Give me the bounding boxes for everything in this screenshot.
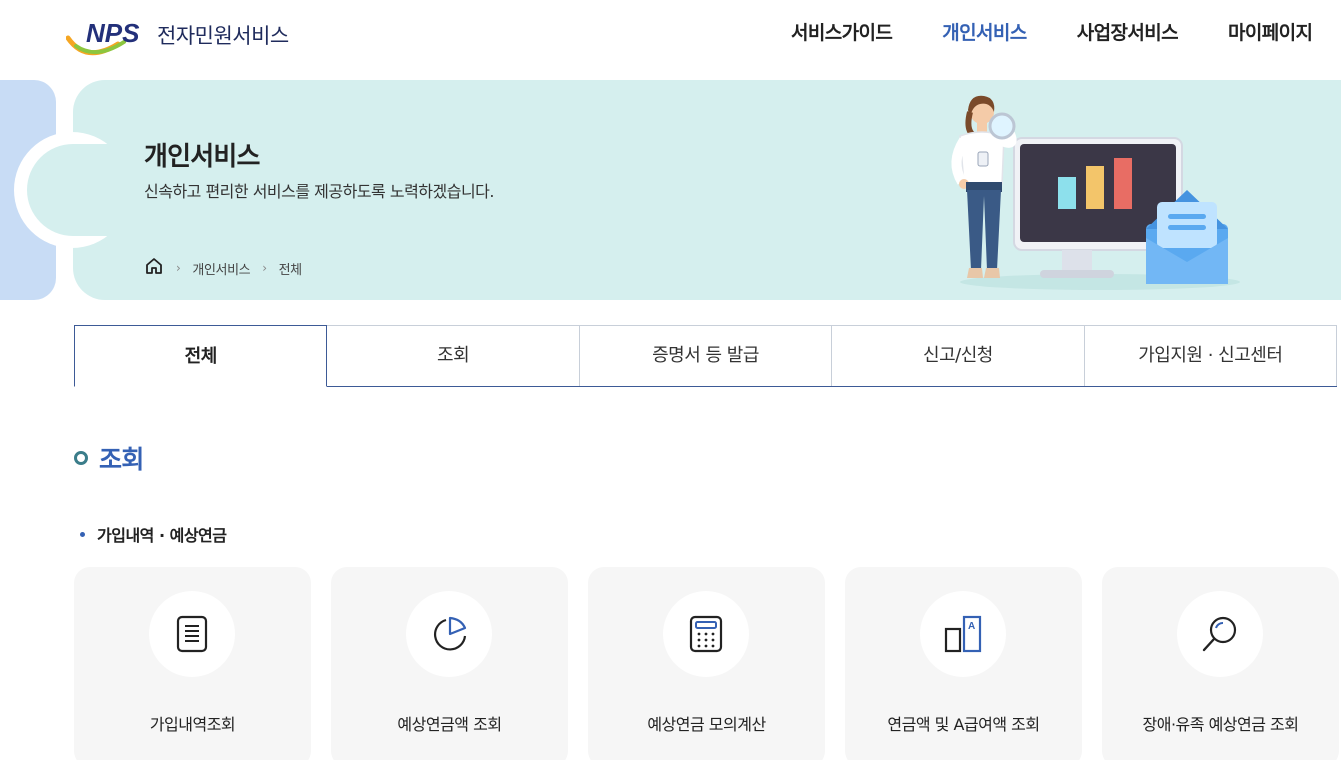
circle-bullet-icon bbox=[74, 451, 88, 465]
service-card[interactable]: 예상연금액 조회 bbox=[331, 567, 568, 760]
dot-bullet-icon bbox=[80, 531, 85, 537]
chevron-right-icon: › bbox=[176, 261, 181, 275]
nav-business-service[interactable]: 사업장서비스 bbox=[1077, 18, 1179, 45]
nav-personal-service[interactable]: 개인서비스 bbox=[942, 18, 1027, 45]
service-card[interactable]: 장애·유족 예상연금 조회 bbox=[1102, 567, 1339, 760]
service-card[interactable]: 가입내역조회 bbox=[74, 567, 311, 760]
breadcrumb-item[interactable]: 개인서비스 bbox=[192, 259, 250, 278]
subsection-heading: 가입내역 · 예상연금 bbox=[80, 522, 227, 546]
header: NPS 전자민원서비스 서비스가이드 개인서비스 사업장서비스 마이페이지 bbox=[0, 0, 1341, 64]
home-icon[interactable] bbox=[144, 256, 164, 280]
main-nav: 서비스가이드 개인서비스 사업장서비스 마이페이지 bbox=[791, 18, 1341, 45]
document-list-icon bbox=[149, 591, 235, 677]
nav-mypage[interactable]: 마이페이지 bbox=[1228, 18, 1313, 45]
logo-text: 전자민원서비스 bbox=[157, 24, 289, 48]
logo-mark: NPS bbox=[86, 18, 140, 48]
pie-chart-icon bbox=[406, 591, 492, 677]
service-card-label: 가입내역조회 bbox=[149, 715, 236, 734]
tab-inquiry[interactable]: 조회 bbox=[327, 326, 580, 386]
section-title: 조회 bbox=[99, 445, 144, 474]
category-tabs: 전체 조회 증명서 등 발급 신고/신청 가입지원 · 신고센터 bbox=[74, 325, 1338, 387]
svg-text:A: A bbox=[968, 621, 975, 632]
nav-service-guide[interactable]: 서비스가이드 bbox=[791, 18, 893, 45]
nps-logo-icon: NPS bbox=[66, 18, 140, 56]
chevron-right-icon: › bbox=[262, 261, 267, 275]
tab-all[interactable]: 전체 bbox=[74, 325, 328, 387]
magnifier-icon bbox=[1177, 591, 1263, 677]
page-title: 개인서비스 bbox=[144, 142, 260, 172]
banner-illustration bbox=[951, 95, 1240, 290]
site-logo[interactable]: NPS 전자민원서비스 bbox=[66, 16, 306, 60]
tab-certificate[interactable]: 증명서 등 발급 bbox=[580, 326, 833, 386]
service-card-list: 가입내역조회 예상연금액 조회 예상연금 모의계산 A 연금액 및 A급여액 조… bbox=[74, 567, 1341, 760]
service-card-label: 장애·유족 예상연금 조회 bbox=[1142, 715, 1299, 734]
tab-support-center[interactable]: 가입지원 · 신고센터 bbox=[1085, 326, 1338, 386]
tab-report-apply[interactable]: 신고/신청 bbox=[832, 326, 1085, 386]
subsection-title: 가입내역 · 예상연금 bbox=[97, 526, 227, 545]
section-heading: 조회 bbox=[74, 440, 144, 476]
calculator-icon bbox=[663, 591, 749, 677]
service-card-label: 예상연금 모의계산 bbox=[647, 715, 766, 734]
page-description: 신속하고 편리한 서비스를 제공하도록 노력하겠습니다. bbox=[144, 182, 495, 201]
breadcrumb: › 개인서비스 › 전체 bbox=[144, 256, 302, 280]
service-card-label: 예상연금액 조회 bbox=[397, 715, 502, 734]
breadcrumb-current[interactable]: 전체 bbox=[279, 259, 303, 278]
service-card[interactable]: A 연금액 및 A급여액 조회 bbox=[845, 567, 1082, 760]
service-card[interactable]: 예상연금 모의계산 bbox=[588, 567, 825, 760]
service-card-label: 연금액 및 A급여액 조회 bbox=[887, 715, 1040, 734]
banner-notch-fill bbox=[27, 144, 131, 236]
bar-compare-icon: A bbox=[920, 591, 1006, 677]
